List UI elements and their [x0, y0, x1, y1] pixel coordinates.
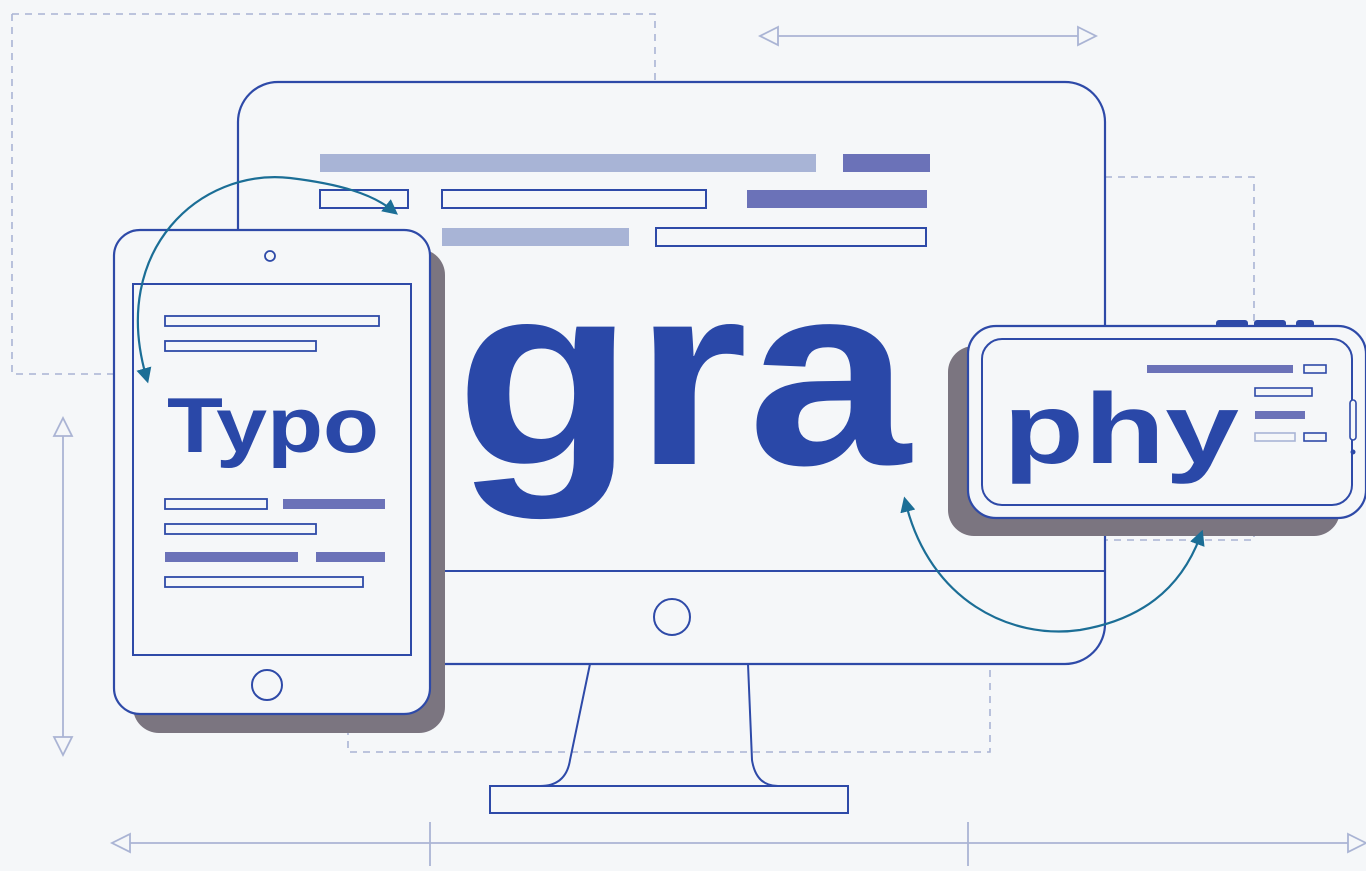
tablet-body — [112, 228, 432, 716]
smartphone-device-icon: phy — [948, 320, 1366, 536]
phone-camera — [1350, 449, 1356, 455]
text-line-bar — [316, 552, 385, 562]
text-line-bar — [320, 154, 816, 172]
monitor-base — [489, 785, 849, 814]
word-phone: phy — [1003, 373, 1239, 485]
responsive-typography-artwork: gra Typo phy — [0, 0, 1366, 866]
phone-speaker — [1349, 399, 1357, 441]
text-line-bar — [283, 499, 385, 509]
text-line-bar — [1147, 365, 1293, 373]
typography-illustration: gra Typo phy — [0, 0, 1366, 866]
text-line-bar — [843, 154, 930, 172]
text-line-bar — [1255, 411, 1305, 419]
tablet-device-icon: Typo — [112, 228, 445, 733]
word-tablet: Typo — [167, 381, 379, 469]
text-line-bar — [747, 190, 927, 208]
text-line-bar — [165, 552, 298, 562]
word-desktop: gra — [456, 230, 913, 521]
